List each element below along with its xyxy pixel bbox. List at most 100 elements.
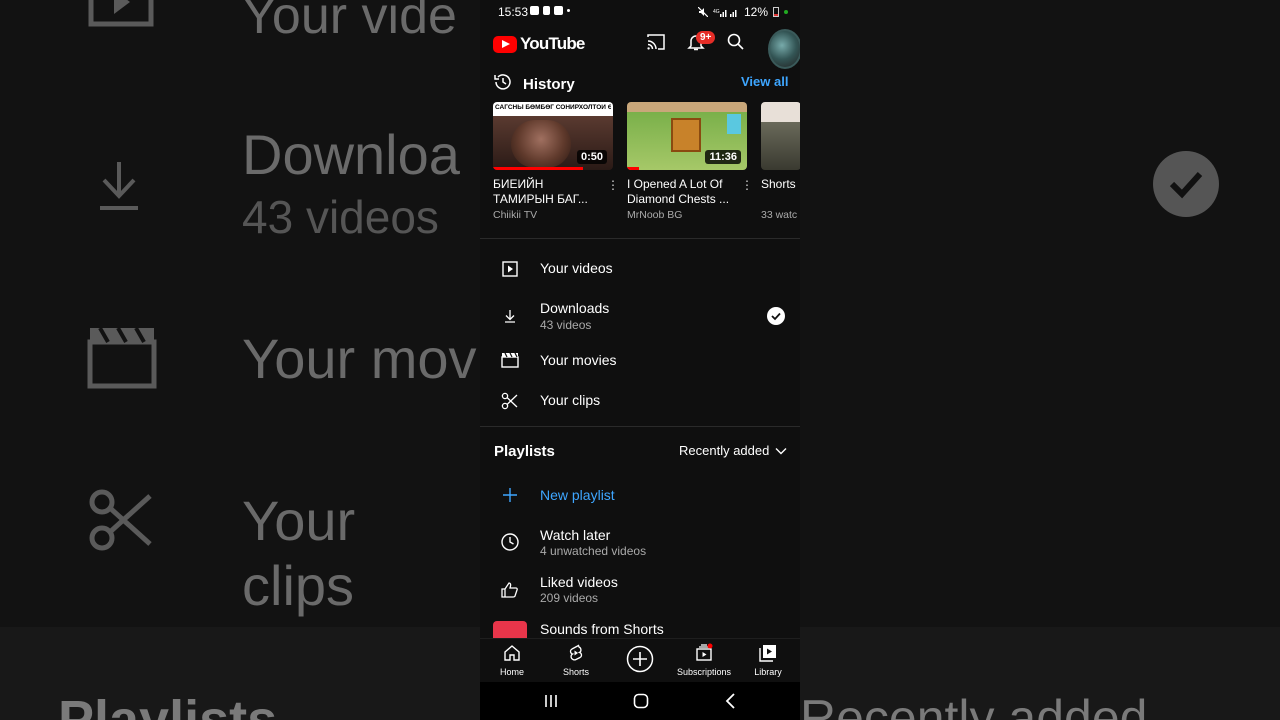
youtube-logo[interactable]: YouTube: [493, 34, 585, 54]
nav-shorts-label: Shorts: [562, 667, 589, 677]
status-right-icons: 4G 12%: [697, 5, 788, 19]
liked-videos-item[interactable]: Liked videos 209 videos: [480, 569, 800, 609]
recent-apps-icon[interactable]: [541, 691, 561, 711]
downloads-label: Downloads: [540, 300, 610, 316]
nav-home-label: Home: [499, 667, 524, 677]
home-icon: [504, 645, 520, 661]
shorts-thumbnail[interactable]: [761, 102, 800, 170]
more-notifications-dot-icon: [567, 9, 570, 12]
bottom-navigation: Home Shorts Subscriptions Library: [480, 638, 800, 682]
thumbnail-chest: [671, 118, 701, 152]
watch-later-item[interactable]: Watch later 4 unwatched videos: [480, 522, 800, 562]
home-button-icon[interactable]: [631, 691, 651, 711]
youtube-play-icon: [493, 35, 517, 53]
status-bar: 15:53 4G 12%: [480, 0, 800, 24]
search-icon[interactable]: [726, 32, 746, 52]
back-icon[interactable]: [721, 691, 741, 711]
check-circle-icon: [767, 307, 785, 325]
history-card[interactable]: САГСНЫ БӨМБӨГ СОНИРХОЛТОЙ ӨД 0:50 БИЕИЙН…: [493, 102, 619, 221]
check-circle-icon: [1153, 151, 1219, 217]
bg-your-clips-text: Your clips: [242, 489, 356, 617]
battery-icon: [773, 7, 779, 17]
youtube-wordmark: YouTube: [520, 34, 585, 53]
background-left-panel: Your vide Downloa 43 videos Your mov You…: [0, 0, 480, 720]
watch-later-label: Watch later: [540, 527, 611, 543]
account-avatar[interactable]: [768, 29, 800, 69]
lock-notification-icon: [543, 6, 550, 15]
divider: [480, 426, 800, 427]
thumbs-up-icon: [501, 582, 518, 598]
nav-library[interactable]: Library: [738, 643, 798, 677]
video-title: I Opened A Lot Of Diamond Chests ...: [627, 177, 730, 206]
thumbnail-caption: САГСНЫ БӨМБӨГ СОНИРХОЛТОЙ ӨД: [495, 104, 611, 111]
scissors-icon: [89, 489, 152, 551]
playlists-title: Playlists: [494, 443, 555, 460]
history-title: History: [523, 76, 575, 93]
thumbnail-gem: [727, 114, 741, 134]
your-clips-item[interactable]: Your clips: [480, 381, 800, 421]
your-videos-label: Your videos: [540, 260, 613, 276]
more-options-icon[interactable]: ⋮: [607, 178, 619, 192]
system-navigation-bar: [480, 682, 800, 720]
clapperboard-icon: [501, 352, 519, 368]
nav-subscriptions[interactable]: Subscriptions: [674, 643, 734, 677]
downloads-item[interactable]: Downloads 43 videos: [480, 296, 800, 336]
nav-create[interactable]: [610, 645, 670, 673]
view-all-link[interactable]: View all: [741, 74, 788, 89]
divider: [480, 238, 800, 239]
plus-icon: [503, 488, 517, 502]
history-card[interactable]: Shorts 33 watc: [761, 102, 800, 221]
your-movies-label: Your movies: [540, 352, 617, 368]
watch-progress-bar: [493, 167, 583, 170]
video-thumbnail[interactable]: САГСНЫ БӨМБӨГ СОНИРХОЛТОЙ ӨД 0:50: [493, 102, 613, 170]
youtube-notification-icon: [554, 6, 563, 15]
more-options-icon[interactable]: ⋮: [741, 178, 753, 192]
bg-your-movies-text: Your mov: [242, 327, 477, 390]
clock-icon: [501, 533, 519, 551]
chevron-down-icon: [775, 447, 787, 454]
watch-progress-bar: [627, 167, 639, 170]
nav-shorts[interactable]: Shorts: [546, 643, 606, 677]
video-duration: 11:36: [705, 150, 741, 164]
video-channel: MrNoob BG: [627, 209, 683, 221]
video-duration: 0:50: [576, 150, 607, 164]
charging-dot-icon: [784, 10, 788, 14]
status-time: 15:53: [498, 5, 529, 19]
video-notification-icon: [530, 6, 539, 15]
history-icon: [494, 74, 511, 90]
thumbnail-face: [511, 120, 571, 168]
new-playlist-item[interactable]: New playlist: [480, 476, 800, 516]
watch-later-count: 4 unwatched videos: [540, 544, 647, 558]
signal-icon: 4G: [713, 9, 737, 17]
sort-label: Recently added: [679, 443, 770, 458]
play-square-icon: [502, 261, 518, 277]
bg-downloads-text: Downloa: [242, 123, 460, 186]
play-square-icon: [88, 0, 154, 27]
clapperboard-icon: [87, 327, 157, 389]
nav-library-label: Library: [754, 667, 782, 677]
notification-badge: 9+: [696, 31, 716, 44]
download-icon: [100, 162, 138, 210]
video-thumbnail[interactable]: 11:36: [627, 102, 747, 170]
nav-home[interactable]: Home: [482, 643, 542, 677]
sounds-from-shorts-label: Sounds from Shorts: [540, 621, 664, 637]
shorts-title: Shorts: [761, 177, 796, 191]
your-movies-item[interactable]: Your movies: [480, 341, 800, 381]
bg-downloads-sub: 43 videos: [242, 191, 439, 243]
phone-screen: 15:53 4G 12% YouTube 9+ History View all: [480, 0, 800, 720]
shorts-count: 33 watc: [761, 209, 798, 221]
your-videos-item[interactable]: Your videos: [480, 249, 800, 289]
nav-subscriptions-label: Subscriptions: [676, 667, 732, 677]
app-header: YouTube 9+: [480, 24, 800, 69]
new-playlist-label: New playlist: [540, 487, 615, 503]
battery-percent: 12%: [743, 5, 768, 19]
sort-dropdown[interactable]: Recently added: [679, 443, 787, 458]
cast-icon[interactable]: [646, 32, 666, 52]
liked-videos-label: Liked videos: [540, 574, 618, 590]
svg-text:4G: 4G: [713, 9, 720, 15]
mute-icon: [697, 7, 708, 17]
shorts-icon: [569, 644, 583, 661]
history-carousel[interactable]: САГСНЫ БӨМБӨГ СОНИРХОЛТОЙ ӨД 0:50 БИЕИЙН…: [493, 102, 800, 227]
history-card[interactable]: 11:36 I Opened A Lot Of Diamond Chests .…: [627, 102, 753, 221]
scissors-icon: [501, 392, 518, 410]
